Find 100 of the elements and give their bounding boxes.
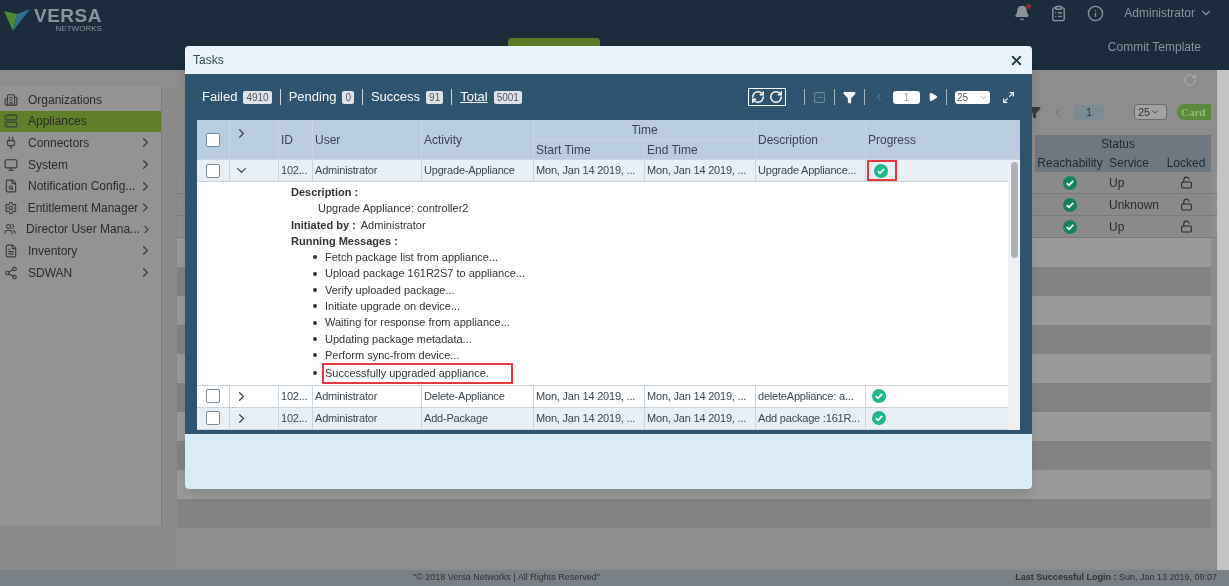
count-badge: 4910 — [243, 90, 272, 104]
table-cell-text: Upgrade Appliance... — [758, 163, 857, 179]
user-menu[interactable]: Administrator — [1124, 4, 1213, 22]
detail-label: Description : — [291, 185, 360, 200]
running-message: Waiting for response from appliance... — [325, 315, 510, 331]
unlocked-icon[interactable] — [1179, 220, 1193, 233]
checkbox[interactable] — [206, 389, 220, 404]
table-cell-text: Add-Package — [424, 410, 488, 426]
refresh-buttons[interactable] — [748, 88, 786, 106]
table-cell-text: Mon, Jan 14 2019, ... — [647, 388, 747, 404]
column-header: Description — [758, 131, 819, 149]
count-badge: 5001 — [493, 90, 522, 104]
sidebar-item-icon — [4, 114, 18, 129]
fullscreen-icon[interactable] — [1002, 90, 1015, 104]
table-cell-text: 102... — [281, 163, 308, 179]
sidebar-item-icon — [4, 179, 18, 194]
running-message: Verify uploaded package... — [325, 282, 455, 298]
sidebar-item-icon — [4, 157, 18, 172]
sidebar-item-icon — [4, 222, 17, 237]
table-cell-text: Administrator — [315, 410, 378, 426]
table-cell-text: 102... — [281, 388, 308, 404]
table-cell-text: 102... — [281, 410, 308, 426]
last-login-text: Last Successful Login : Sun, Jan 13 2019, 09:07 — [1015, 571, 1217, 585]
table-cell-text: Up — [1108, 174, 1126, 192]
column-header: Service — [1108, 154, 1150, 172]
table-cell-text: Delete-Appliance — [424, 388, 505, 404]
copyright-text: "© 2018 Versa Networks | All Rights Reserved" — [413, 571, 600, 585]
unlocked-icon[interactable] — [1179, 176, 1193, 189]
table-cell-text: Mon, Jan 14 2019, ... — [647, 163, 747, 179]
summary-label: Success — [370, 88, 421, 107]
caret-icon — [1150, 107, 1161, 117]
sidebar-item[interactable]: Appliances — [0, 110, 161, 133]
task-list-icon[interactable] — [1050, 4, 1068, 22]
column-group-header: Time — [534, 120, 755, 140]
bullet-icon — [313, 336, 317, 341]
column-header: ID — [281, 131, 293, 149]
table-cell-text: Upgrade-Appliance — [424, 163, 515, 179]
detail-label: Initiated by : — [291, 217, 356, 233]
checkbox[interactable] — [206, 411, 220, 426]
sidebar-item-icon — [4, 265, 18, 280]
bullet-icon — [313, 255, 317, 260]
running-message: Upload package 161R2S7 to appliance... — [325, 266, 525, 282]
bullet-icon — [313, 353, 317, 358]
logo-icon — [4, 7, 30, 32]
commit-template-button[interactable]: Commit Template — [1107, 38, 1201, 56]
sidebar-item-icon — [4, 92, 18, 107]
detail-label: Running Messages : — [291, 233, 399, 249]
page-scrollbar[interactable] — [1217, 70, 1229, 570]
bullet-icon — [313, 304, 317, 309]
sidebar-item-icon — [4, 136, 18, 150]
sidebar-item[interactable]: Connectors — [0, 132, 161, 154]
column-header: Activity — [424, 131, 462, 149]
column-header: User — [315, 131, 341, 149]
column-header: End Time — [647, 141, 698, 159]
page-field[interactable]: 1 — [1074, 104, 1104, 120]
running-message: Perform sync-from device... — [325, 347, 460, 363]
page-size-select[interactable]: 25 — [1134, 104, 1167, 120]
page-field[interactable]: 1 — [893, 90, 920, 104]
next-page-icon[interactable] — [928, 92, 938, 102]
running-message: Initiate upgrade on device... — [325, 299, 461, 315]
table-cell-text: Mon, Jan 14 2019, ... — [536, 163, 636, 179]
auto-refresh-icon[interactable] — [751, 90, 765, 104]
count-badge: 91 — [426, 90, 444, 104]
running-message: Updating package metadata... — [325, 331, 472, 347]
column-header: Progress — [868, 131, 917, 149]
detail-value: Upgrade Appliance: controller2 — [317, 201, 470, 217]
info-icon[interactable] — [1087, 4, 1105, 22]
summary-label: Failed — [202, 88, 238, 107]
column-group-header: Status — [1100, 136, 1136, 153]
checkbox[interactable] — [206, 132, 220, 147]
scrollbar[interactable] — [1008, 160, 1020, 430]
summary-label: Pending — [288, 88, 337, 107]
bullet-icon — [313, 287, 317, 292]
sidebar-item-icon — [4, 243, 18, 258]
bullet-icon — [313, 271, 317, 276]
page-size-select[interactable]: 25 — [955, 90, 990, 104]
table-cell-text: Up — [1108, 218, 1126, 236]
table-cell-text: Unknown — [1108, 196, 1161, 214]
running-message: Fetch package list from appliance... — [325, 250, 499, 266]
running-message: Successfully upgraded appliance. — [322, 363, 513, 384]
column-header: Locked — [1165, 154, 1207, 172]
notification-bell-icon[interactable] — [1014, 5, 1031, 21]
sidebar-item[interactable]: SDWAN — [0, 261, 161, 284]
checkbox[interactable] — [206, 163, 220, 178]
sidebar-item[interactable]: Notification Config... — [0, 175, 161, 197]
bullet-icon — [313, 320, 317, 325]
table-cell-text: Add package :161R... — [758, 410, 860, 426]
sidebar-item[interactable]: Director User Mana... — [0, 218, 161, 241]
sidebar-item[interactable]: Inventory — [0, 240, 161, 262]
sidebar-item[interactable]: Entitlement Manager — [0, 196, 161, 219]
table-cell-text: Mon, Jan 14 2019, ... — [647, 410, 747, 426]
detail-value: Administrator — [360, 217, 426, 233]
bullet-icon — [313, 371, 317, 376]
total-link[interactable]: Total — [460, 87, 488, 107]
unlocked-icon[interactable] — [1179, 198, 1193, 211]
table-cell-text: Administrator — [315, 163, 378, 179]
logo-name: VERSA — [34, 6, 102, 25]
sidebar-item[interactable]: Organizations — [0, 89, 161, 111]
sidebar-item[interactable]: System — [0, 153, 161, 176]
table-cell-text: deleteAppliance: a... — [758, 388, 854, 404]
